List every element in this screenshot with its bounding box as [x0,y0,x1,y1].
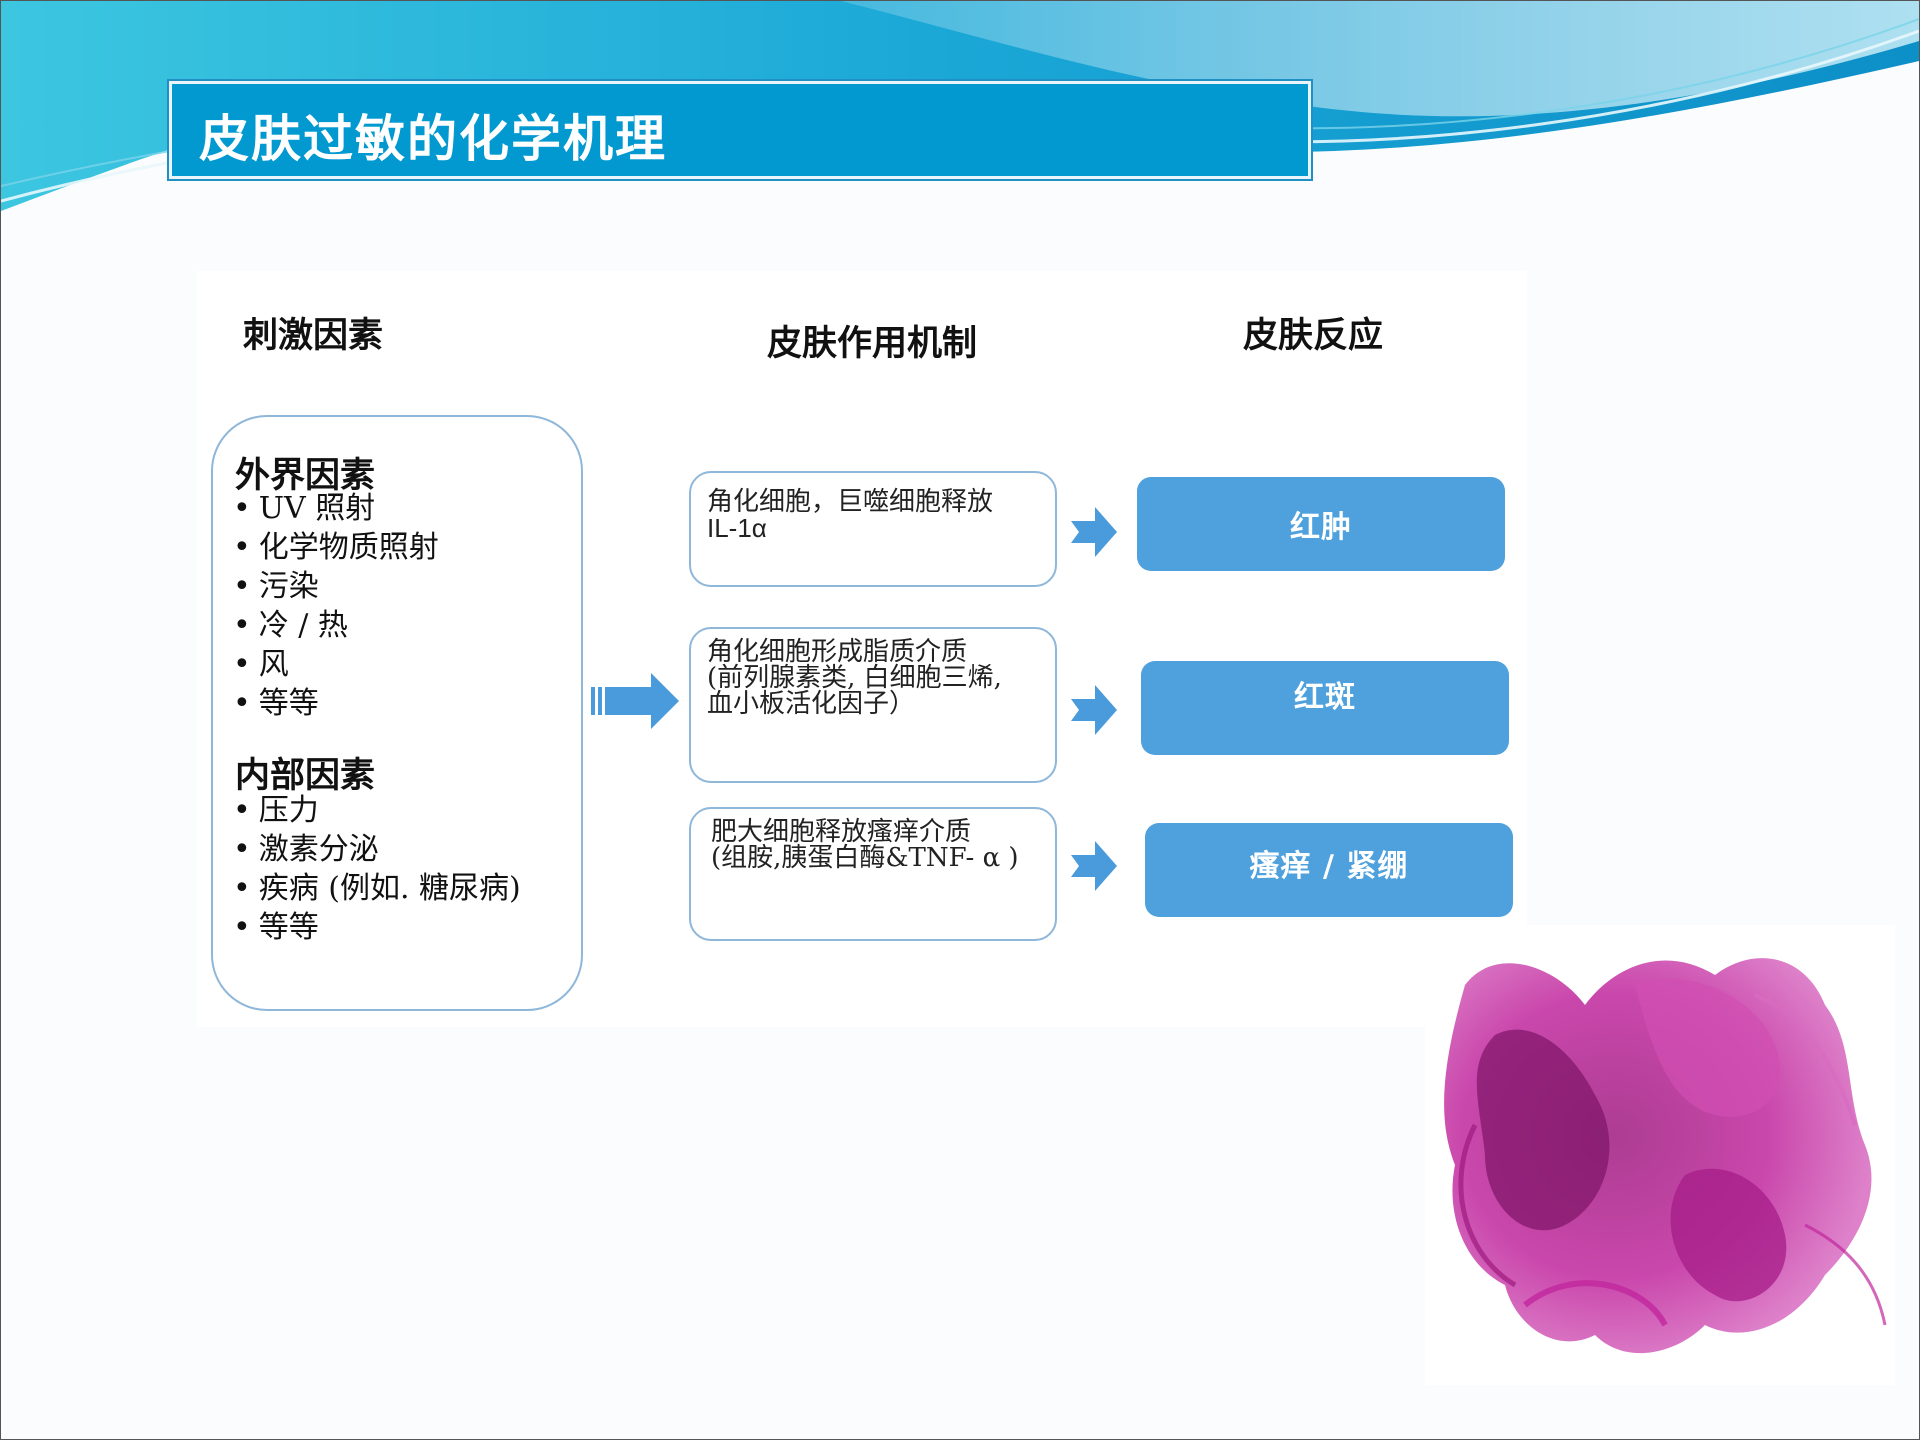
mechanism-box-2: 角化细胞形成脂质介质 (前列腺素类, 白细胞三烯, 血小板活化因子） [689,627,1057,783]
flow-diagram: 刺激因素 皮肤作用机制 皮肤反应 外界因素 • UV 照射 • 化学物质照射 • 污染… [197,271,1527,1027]
reaction-box-redness: 红肿 [1137,477,1505,571]
mechanism-box-3: 肥大细胞释放瘙痒介质 (组胺,胰蛋白酶&TNF- α ) [689,807,1057,941]
list-item: • 等等 [233,686,319,721]
title-bar: 皮肤过敏的化学机理 [167,79,1313,181]
mechanism-line: IL-1α [707,513,767,543]
mechanism-box-1: 角化细胞，巨噬细胞释放 IL-1α [689,471,1057,587]
arrow-right-icon [1071,507,1117,557]
list-item: • 冷 / 热 [233,608,348,643]
column-header-mechanism: 皮肤作用机制 [767,323,978,364]
magenta-ink-image [1425,925,1895,1385]
reaction-box-erythema: 红斑 [1141,661,1509,755]
factors-box: 外界因素 • UV 照射 • 化学物质照射 • 污染 • 冷 / 热 • 风 • 等等 内部… [211,415,583,1011]
internal-factors-list: • 压力 • 激素分泌 • 疾病 (例如. 糖尿病) • 等等 [233,791,521,947]
list-item: • 等等 [233,910,319,945]
arrow-right-icon [1071,841,1117,891]
slide: 皮肤过敏的化学机理 刺激因素 皮肤作用机制 皮肤反应 外界因素 • UV 照射 •… [0,0,1920,1440]
column-header-factors: 刺激因素 [243,315,384,356]
mechanism-line: 角化细胞，巨噬细胞释放 [707,487,994,517]
mechanism-line: 肥大细胞释放瘙痒介质 [711,817,972,847]
mechanism-line: (前列腺素类, 白细胞三烯, [707,663,1002,693]
list-item: • UV 照射 [233,491,376,526]
slide-title: 皮肤过敏的化学机理 [199,109,667,168]
main-arrow-icon [591,673,679,729]
mechanism-line: (组胺,胰蛋白酶&TNF- α ) [711,843,1019,873]
list-item: • 化学物质照射 [233,530,439,565]
arrow-right-icon [1071,685,1117,735]
list-item: • 风 [233,647,289,682]
list-item: • 疾病 (例如. 糖尿病) [233,871,521,906]
list-item: • 污染 [233,569,319,604]
column-header-reaction: 皮肤反应 [1243,315,1384,356]
mechanism-line: 血小板活化因子） [707,689,916,719]
mechanism-line: 角化细胞形成脂质介质 [707,637,968,667]
list-item: • 激素分泌 [233,832,379,867]
reaction-box-itching: 瘙痒 / 紧绷 [1145,823,1513,917]
external-factors-list: • UV 照射 • 化学物质照射 • 污染 • 冷 / 热 • 风 • 等等 [233,489,439,723]
list-item: • 压力 [233,793,319,828]
